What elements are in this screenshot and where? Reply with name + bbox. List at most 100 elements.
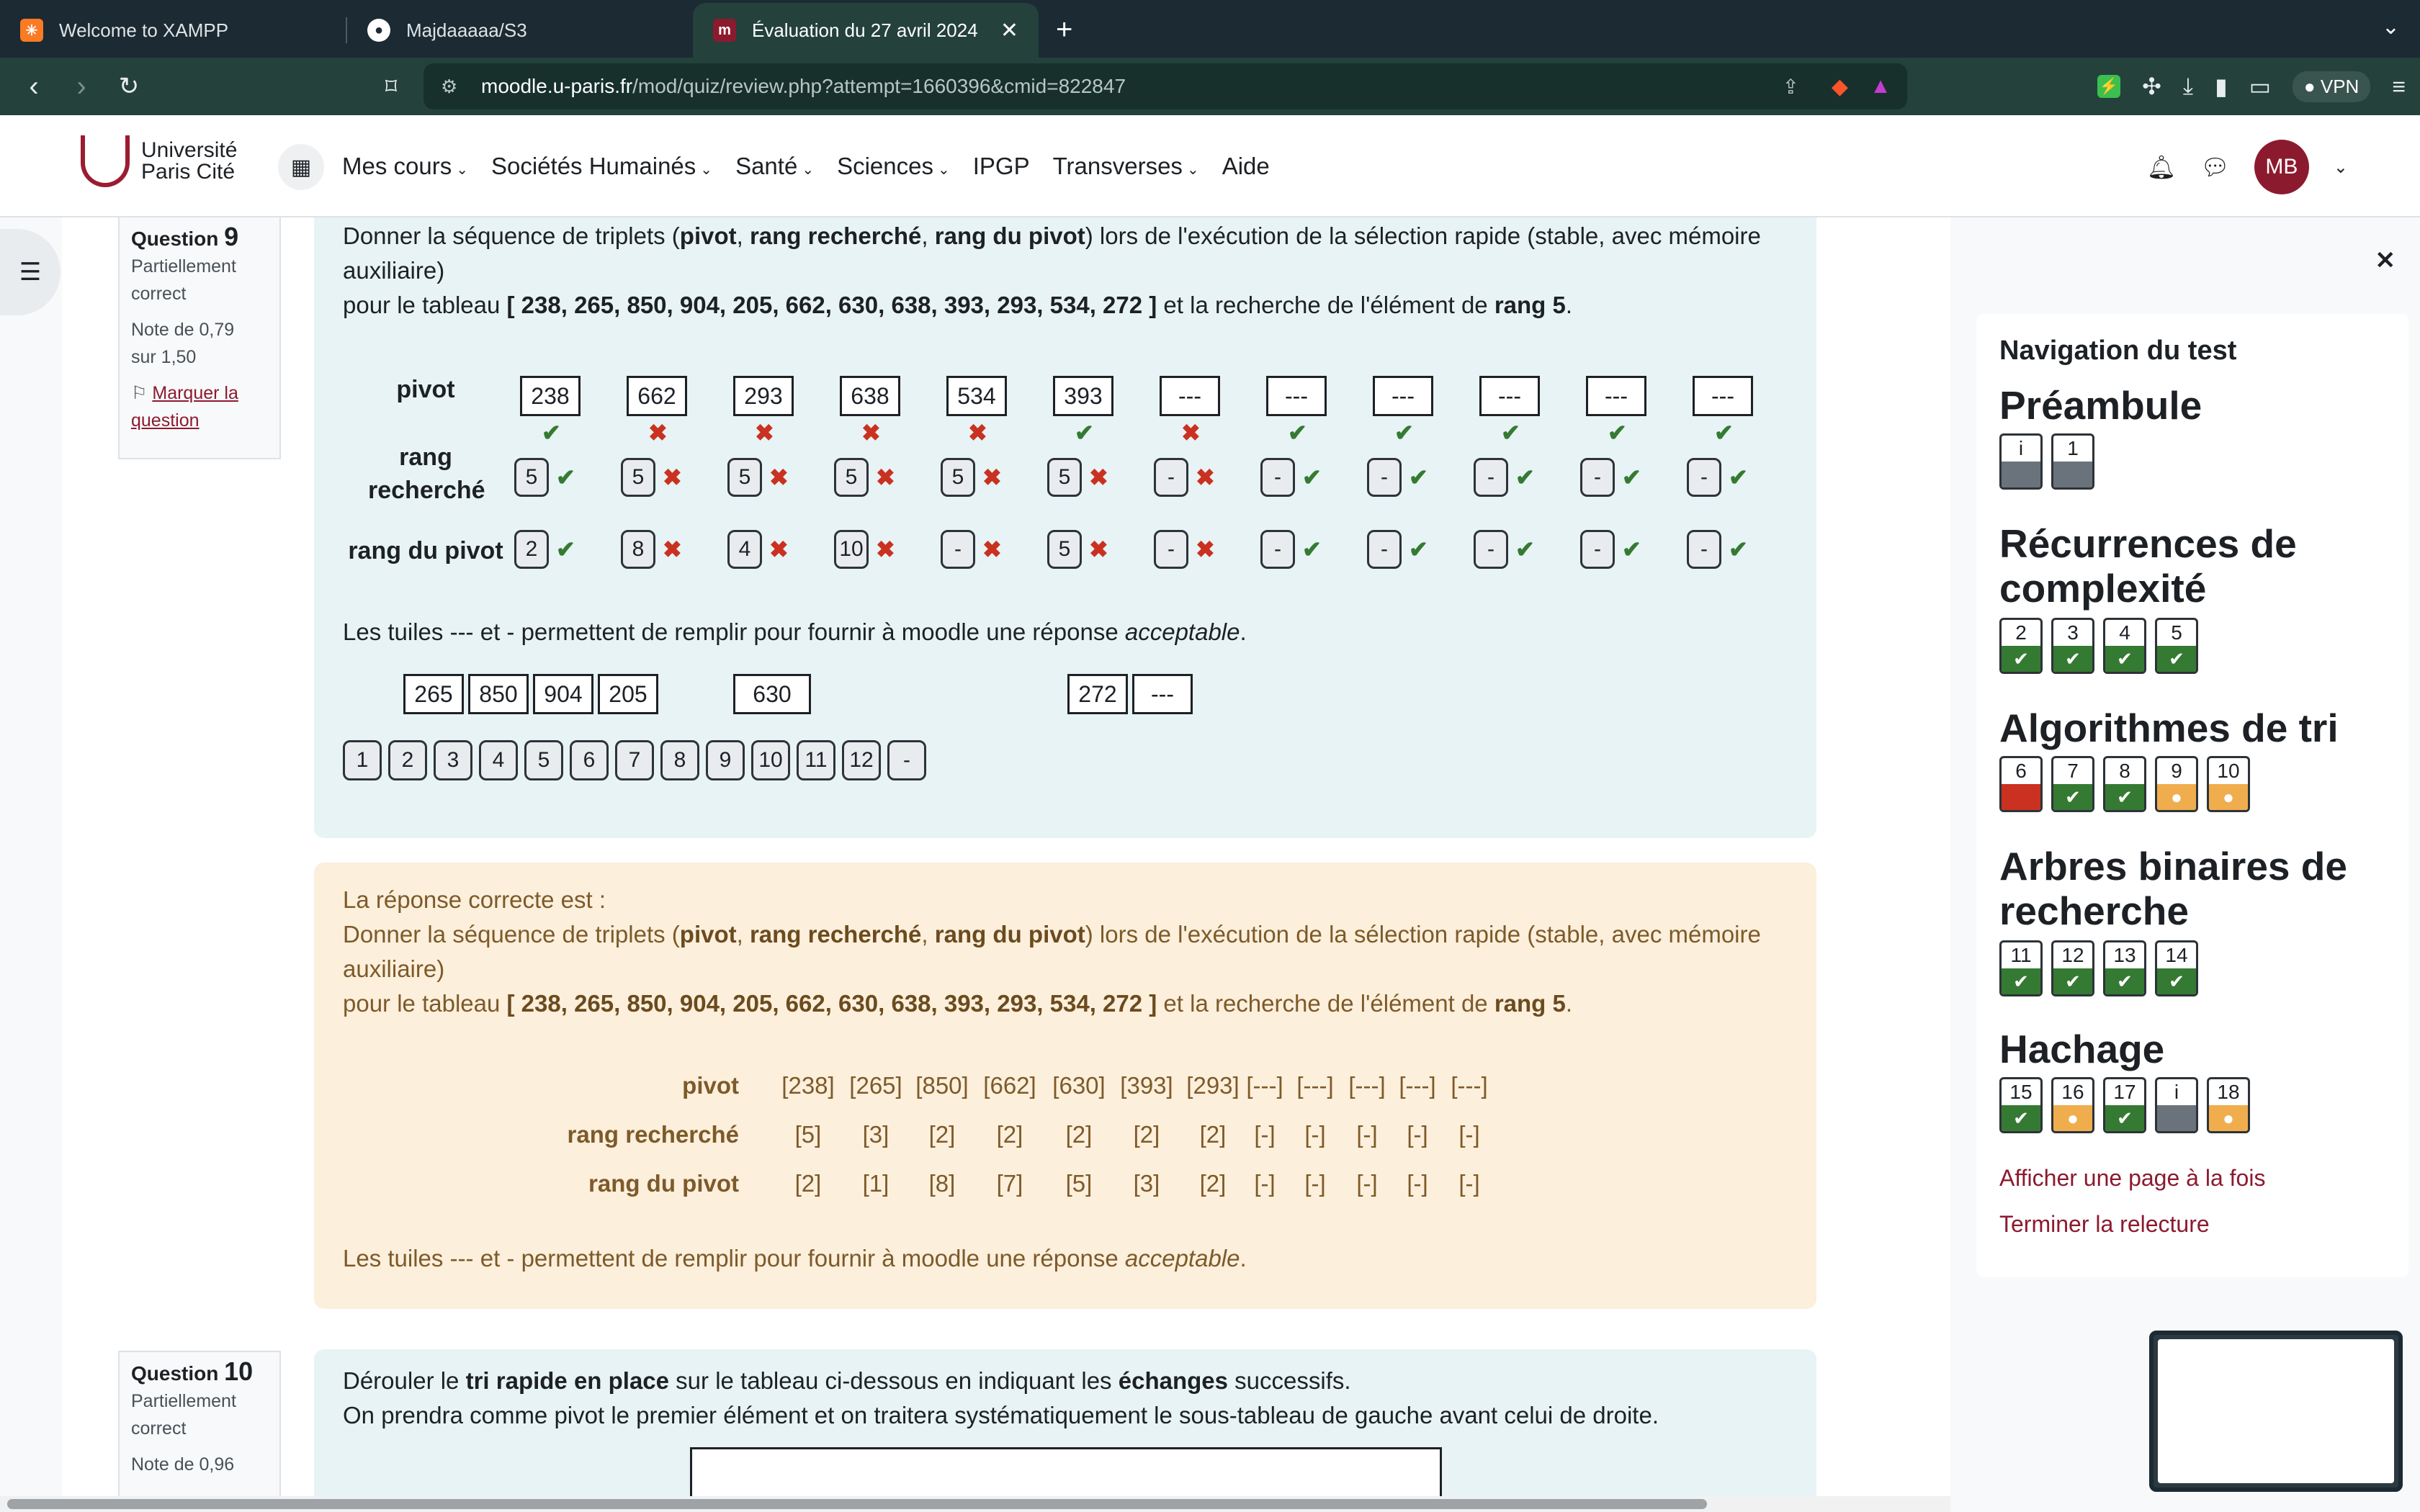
pivot-drop-tile[interactable]: 293 (733, 376, 794, 416)
finish-review-link[interactable]: Terminer la relecture (1999, 1211, 2210, 1238)
university-logo[interactable]: Université Paris Cité (81, 135, 237, 187)
rang-recherche-drop-tile[interactable]: 5 (727, 458, 762, 497)
nav-question-button[interactable]: 10 ● (2207, 756, 2250, 812)
reload-icon[interactable]: ↻ (105, 72, 153, 101)
course-index-toggle-icon[interactable]: ▦ (278, 144, 324, 190)
nav-question-button[interactable]: 12 ✔ (2051, 940, 2094, 996)
user-menu-chevron-icon[interactable]: ⌄ (2334, 157, 2348, 178)
rang-du-pivot-drop-tile[interactable]: - (1687, 530, 1721, 569)
tab-list-chevron-icon[interactable]: ⌄ (2382, 14, 2400, 40)
rang-du-pivot-drop-tile[interactable]: - (1260, 530, 1295, 569)
number-drag-tile[interactable]: 9 (706, 740, 745, 780)
rang-recherche-drop-tile[interactable]: 5 (941, 458, 975, 497)
user-avatar[interactable]: MB (2254, 140, 2309, 194)
close-drawer-icon[interactable]: ✕ (2375, 246, 2396, 275)
tab-github[interactable]: ● Majdaaaaa/S3 (347, 3, 693, 58)
nav-question-button[interactable]: 4 ✔ (2103, 618, 2146, 674)
forward-icon[interactable]: › (58, 71, 105, 103)
pivot-drop-tile[interactable]: --- (1479, 376, 1540, 416)
nav-question-button[interactable]: 18 ● (2207, 1077, 2250, 1133)
brave-rewards-icon[interactable]: ▲ (1870, 74, 1891, 99)
wallet-icon[interactable]: ▭ (2249, 73, 2271, 100)
downloads-icon[interactable]: ⤓ (2183, 73, 2193, 100)
number-drag-tile[interactable]: 8 (660, 740, 699, 780)
close-tab-icon[interactable]: ✕ (1000, 18, 1018, 43)
drag-tile[interactable]: 272 (1067, 674, 1128, 714)
menu-aide[interactable]: Aide (1222, 153, 1270, 180)
back-icon[interactable]: ‹ (10, 71, 58, 103)
nav-question-button[interactable]: 17 ✔ (2103, 1077, 2146, 1133)
site-info-icon[interactable]: ⚙ (441, 76, 457, 98)
drag-tile[interactable]: 630 (733, 674, 811, 714)
rang-du-pivot-drop-tile[interactable]: 2 (514, 530, 549, 569)
drag-tile[interactable]: 205 (598, 674, 658, 714)
tab-xampp[interactable]: ✳ Welcome to XAMPP (0, 3, 346, 58)
number-drag-tile[interactable]: 5 (524, 740, 563, 780)
pivot-drop-tile[interactable]: --- (1266, 376, 1327, 416)
rang-du-pivot-drop-tile[interactable]: 8 (621, 530, 655, 569)
menu-ipgp[interactable]: IPGP (973, 153, 1030, 180)
nav-question-button[interactable]: 7 ✔ (2051, 756, 2094, 812)
menu-mes-cours[interactable]: Mes cours ⌄ (342, 153, 468, 180)
pivot-drop-tile[interactable]: --- (1373, 376, 1433, 416)
page-preview-thumbnail[interactable] (2149, 1331, 2403, 1492)
tab-evaluation[interactable]: m Évaluation du 27 avril 2024 : r ✕ (693, 3, 1039, 58)
rang-recherche-drop-tile[interactable]: 5 (621, 458, 655, 497)
pivot-drop-tile[interactable]: --- (1586, 376, 1646, 416)
extensions-puzzle-icon[interactable]: ✣ (2142, 73, 2161, 100)
nav-question-button[interactable]: 13 ✔ (2103, 940, 2146, 996)
scrollbar-thumb[interactable] (7, 1499, 1707, 1509)
pivot-drop-tile[interactable]: 662 (627, 376, 687, 416)
drag-tile[interactable]: 265 (403, 674, 464, 714)
bookmark-icon[interactable]: ⌑ (367, 73, 415, 100)
rang-recherche-drop-tile[interactable]: 5 (514, 458, 549, 497)
rang-du-pivot-drop-tile[interactable]: - (1580, 530, 1615, 569)
nav-question-button[interactable]: 8 ✔ (2103, 756, 2146, 812)
nav-question-button[interactable]: 6 (1999, 756, 2043, 812)
rang-recherche-drop-tile[interactable]: 5 (834, 458, 869, 497)
sidebar-icon[interactable]: ▮ (2215, 73, 2228, 100)
number-drag-tile[interactable]: 3 (434, 740, 472, 780)
flag-question-link[interactable]: ⚐ Marquer la question (131, 379, 268, 434)
rang-recherche-drop-tile[interactable]: - (1474, 458, 1508, 497)
share-icon[interactable]: ⇪ (1783, 75, 1799, 99)
nav-question-button[interactable]: 2 ✔ (1999, 618, 2043, 674)
rang-du-pivot-drop-tile[interactable]: 10 (834, 530, 869, 569)
drag-tile[interactable]: 850 (468, 674, 529, 714)
nav-question-button[interactable]: 11 ✔ (1999, 940, 2043, 996)
rang-du-pivot-drop-tile[interactable]: 4 (727, 530, 762, 569)
number-drag-tile[interactable]: 10 (751, 740, 790, 780)
rang-du-pivot-drop-tile[interactable]: - (1367, 530, 1402, 569)
pivot-drop-tile[interactable]: --- (1693, 376, 1753, 416)
rang-du-pivot-drop-tile[interactable]: - (1154, 530, 1188, 569)
number-drag-tile[interactable]: 7 (615, 740, 654, 780)
rang-recherche-drop-tile[interactable]: - (1687, 458, 1721, 497)
nav-question-button[interactable]: 3 ✔ (2051, 618, 2094, 674)
horizontal-scrollbar[interactable] (0, 1496, 1950, 1512)
number-drag-tile[interactable]: 4 (479, 740, 518, 780)
menu-sciences[interactable]: Sciences ⌄ (837, 153, 950, 180)
number-drag-tile[interactable]: - (887, 740, 926, 780)
nav-question-button[interactable]: i (1999, 433, 2043, 490)
number-drag-tile[interactable]: 11 (797, 740, 835, 780)
number-drag-tile[interactable]: 2 (388, 740, 427, 780)
extension-green-icon[interactable]: ⚡ (2097, 75, 2121, 98)
rang-du-pivot-drop-tile[interactable]: - (1474, 530, 1508, 569)
pivot-drop-tile[interactable]: 534 (946, 376, 1007, 416)
nav-question-button[interactable]: 14 ✔ (2155, 940, 2198, 996)
pivot-drop-tile[interactable]: --- (1160, 376, 1220, 416)
pivot-drop-tile[interactable]: 638 (840, 376, 900, 416)
nav-question-button[interactable]: 15 ✔ (1999, 1077, 2043, 1133)
pivot-drop-tile[interactable]: 238 (520, 376, 581, 416)
rang-recherche-drop-tile[interactable]: - (1367, 458, 1402, 497)
menu-societes[interactable]: Sociétés Humainés ⌄ (491, 153, 712, 180)
drag-tile[interactable]: 904 (533, 674, 593, 714)
messages-icon[interactable]: 💬︎ (2200, 153, 2230, 181)
new-tab-icon[interactable]: + (1056, 14, 1072, 46)
rang-recherche-drop-tile[interactable]: - (1154, 458, 1188, 497)
rang-du-pivot-drop-tile[interactable]: 5 (1047, 530, 1082, 569)
number-drag-tile[interactable]: 12 (842, 740, 881, 780)
drag-tile[interactable]: --- (1132, 674, 1193, 714)
rang-recherche-drop-tile[interactable]: 5 (1047, 458, 1082, 497)
brave-shield-icon[interactable]: ◆ (1832, 74, 1848, 99)
